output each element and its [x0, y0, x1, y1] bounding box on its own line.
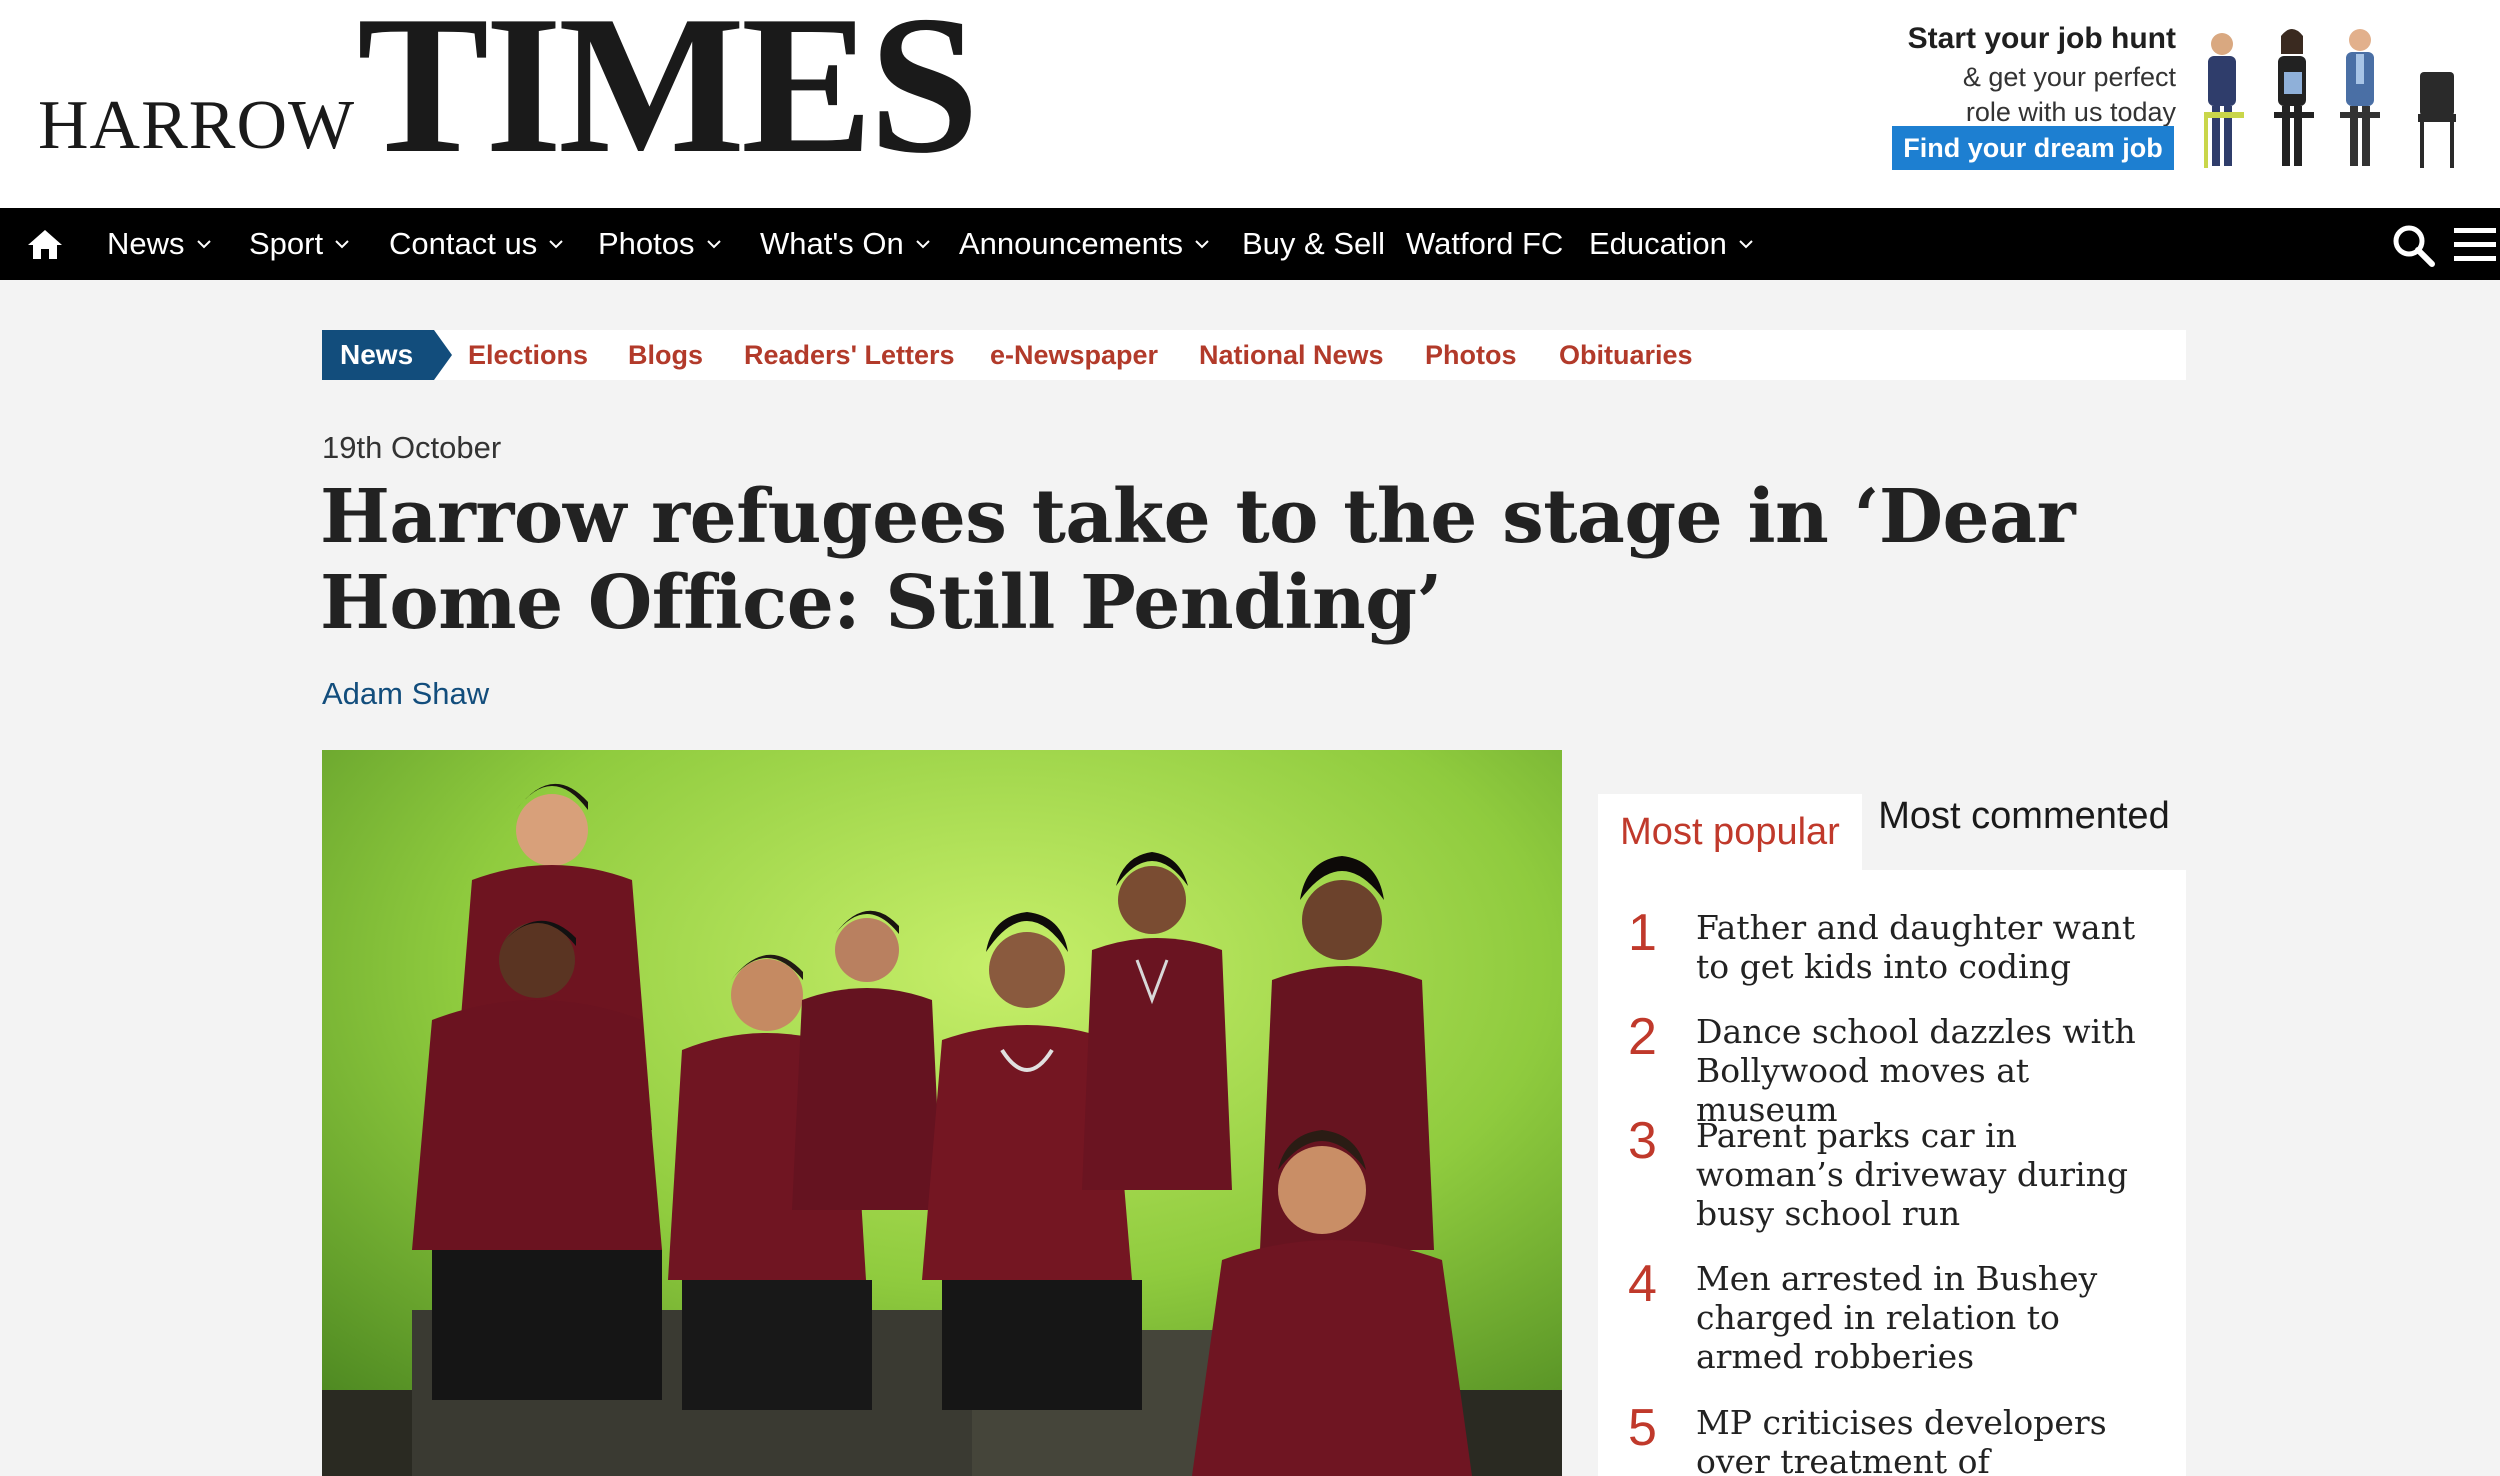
- search-icon[interactable]: [2390, 222, 2436, 268]
- rank-number: 5: [1628, 1399, 1657, 1457]
- tab-most-commented[interactable]: Most commented: [1862, 762, 2186, 870]
- nav-item-sport[interactable]: Sport: [249, 208, 351, 280]
- logo-times-text[interactable]: TIMES: [357, 0, 979, 184]
- job-advert[interactable]: Start your job hunt & get your perfect r…: [1890, 12, 2470, 172]
- section-tab-news[interactable]: News: [322, 330, 452, 380]
- nav-item-label: Watford FC: [1406, 226, 1564, 261]
- article-author-link[interactable]: Adam Shaw: [322, 676, 489, 712]
- nav-item-label: News: [107, 226, 185, 261]
- article-link-title[interactable]: Dance school dazzles with Bollywood move…: [1696, 1012, 2166, 1129]
- section-link-elections[interactable]: Elections: [468, 330, 588, 380]
- section-link-e-newspaper[interactable]: e-Newspaper: [990, 330, 1158, 380]
- ad-people-illustration: [2204, 29, 2456, 168]
- rank-number: 4: [1628, 1255, 1657, 1313]
- nav-item-buy-sell[interactable]: Buy & Sell: [1242, 208, 1385, 280]
- nav-item-announcements[interactable]: Announcements: [959, 208, 1211, 280]
- nav-item-watford-fc[interactable]: Watford FC: [1406, 208, 1563, 280]
- article-link-title[interactable]: Parent parks car in woman’s driveway dur…: [1696, 1116, 2166, 1233]
- nav-item-education[interactable]: Education: [1589, 208, 1755, 280]
- nav-item-label: Education: [1589, 226, 1727, 261]
- home-icon[interactable]: [26, 225, 64, 263]
- hamburger-menu-icon[interactable]: [2454, 226, 2496, 264]
- most-popular-list: 1 Father and daughter want to get kids i…: [1598, 870, 2186, 1476]
- section-link-national-news[interactable]: National News: [1199, 330, 1384, 380]
- section-navigation: News Elections Blogs Readers' Letters e-…: [322, 330, 2186, 380]
- article-main-photo[interactable]: [322, 750, 1562, 1476]
- nav-item-label: Buy & Sell: [1242, 226, 1386, 261]
- chevron-down-icon: [1739, 240, 1753, 249]
- chevron-down-icon: [1195, 240, 1209, 249]
- masthead: HARROW TIMES Start your job hunt & get y…: [0, 0, 2500, 208]
- nav-item-label: Contact us: [389, 226, 538, 261]
- section-link-photos[interactable]: Photos: [1425, 330, 1517, 380]
- section-link-blogs[interactable]: Blogs: [628, 330, 703, 380]
- tab-most-popular[interactable]: Most popular: [1598, 794, 1862, 870]
- nav-item-news[interactable]: News: [107, 208, 213, 280]
- article-date: 19th October: [322, 430, 502, 465]
- ad-subtext-line-2: role with us today: [1965, 97, 2176, 127]
- main-navigation: News Sport Contact us Photos What's On A…: [0, 208, 2500, 280]
- rank-number: 2: [1628, 1008, 1657, 1066]
- article-link-title[interactable]: Father and daughter want to get kids int…: [1696, 908, 2166, 986]
- article-link-title[interactable]: Men arrested in Bushey charged in relati…: [1696, 1259, 2166, 1376]
- section-link-obituaries[interactable]: Obituaries: [1559, 330, 1693, 380]
- nav-item-label: Announcements: [959, 226, 1184, 261]
- nav-item-whats-on[interactable]: What's On: [760, 208, 932, 280]
- nav-item-label: Photos: [598, 226, 695, 261]
- ad-subtext: & get your perfect role with us today: [1963, 60, 2176, 130]
- nav-item-photos[interactable]: Photos: [598, 208, 723, 280]
- nav-item-label: Sport: [249, 226, 324, 261]
- article-link-title[interactable]: MP criticises developers over treatment …: [1696, 1403, 2166, 1476]
- chevron-down-icon: [916, 240, 930, 249]
- nav-item-label: What's On: [760, 226, 904, 261]
- nav-item-contact-us[interactable]: Contact us: [389, 208, 565, 280]
- ad-subtext-line-1: & get your perfect: [1962, 62, 2176, 92]
- rank-number: 1: [1628, 904, 1657, 962]
- article-headline: Harrow refugees take to the stage in ‘De…: [320, 474, 2076, 646]
- chevron-down-icon: [706, 240, 721, 249]
- section-link-readers-letters[interactable]: Readers' Letters: [744, 330, 955, 380]
- rank-number: 3: [1628, 1112, 1657, 1170]
- find-job-button[interactable]: Find your dream job: [1892, 126, 2174, 170]
- popular-sidebar: Most popular Most commented 1 Father and…: [1598, 762, 2186, 1476]
- chevron-down-icon: [549, 240, 563, 249]
- logo-harrow-text[interactable]: HARROW: [38, 86, 355, 166]
- ad-headline: Start your job hunt: [1907, 22, 2176, 55]
- refugee-cast-photo: [322, 750, 1562, 1476]
- chevron-down-icon: [335, 240, 349, 249]
- chevron-down-icon: [196, 240, 211, 249]
